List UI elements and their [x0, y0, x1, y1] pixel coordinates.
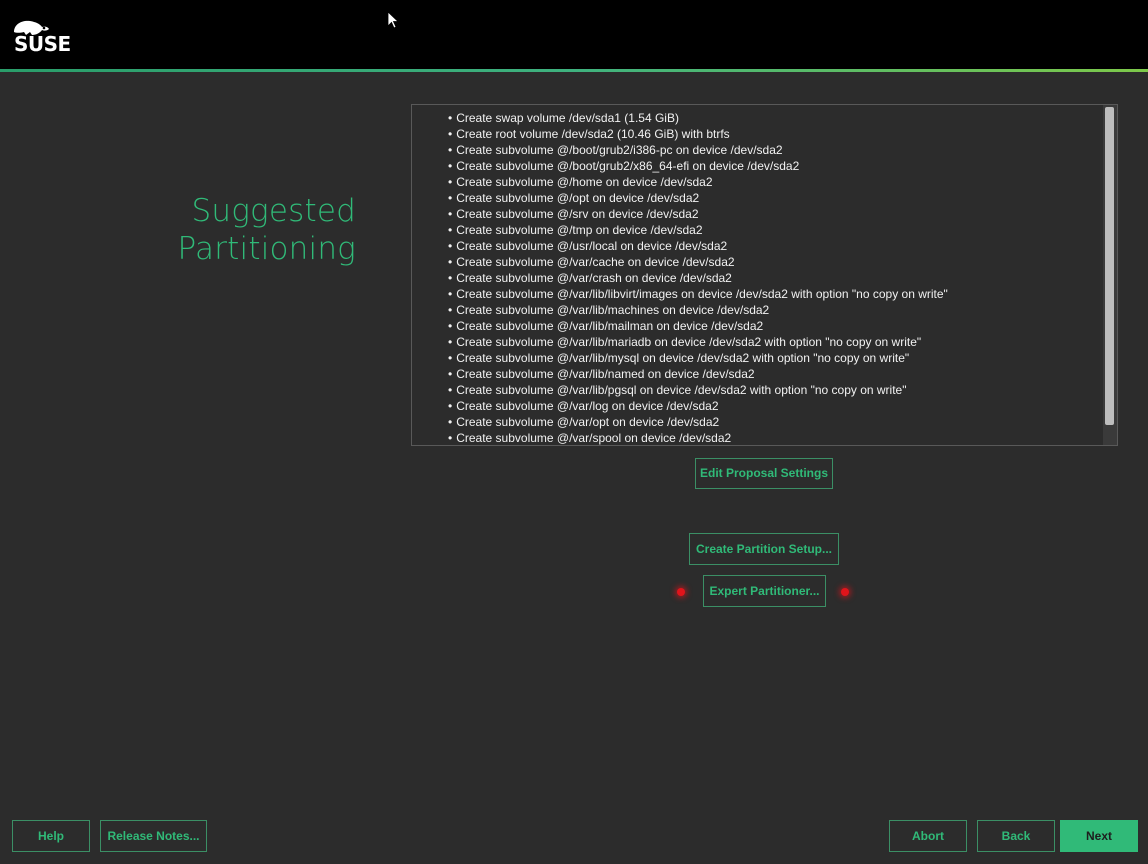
proposal-item: Create swap volume /dev/sda1 (1.54 GiB) — [448, 110, 948, 126]
edit-proposal-settings-button[interactable]: Edit Proposal Settings — [695, 458, 833, 489]
proposal-summary-box[interactable]: Create swap volume /dev/sda1 (1.54 GiB)C… — [411, 104, 1118, 446]
header-accent-line — [0, 69, 1148, 72]
proposal-item: Create subvolume @/var/lib/mailman on de… — [448, 318, 948, 334]
proposal-item: Create subvolume @/boot/grub2/x86_64-efi… — [448, 158, 948, 174]
abort-label: Abort — [912, 829, 944, 843]
create-partition-setup-label: Create Partition Setup... — [695, 542, 833, 556]
proposal-scrollbar[interactable] — [1103, 105, 1117, 445]
suse-logo: SUSE — [12, 18, 92, 58]
proposal-item: Create subvolume @/var/spool on device /… — [448, 430, 948, 445]
next-label: Next — [1085, 829, 1112, 843]
proposal-item: Create subvolume @/usr/local on device /… — [448, 238, 948, 254]
page-title: Suggested Partitioning — [150, 192, 356, 268]
alert-dot-left — [677, 588, 685, 596]
proposal-item: Create subvolume @/tmp on device /dev/sd… — [448, 222, 948, 238]
expert-partitioner-button[interactable]: Expert Partitioner... — [703, 575, 826, 607]
page-title-line2: Partitioning — [177, 231, 356, 267]
expert-partitioner-label: Expert Partitioner... — [709, 584, 820, 598]
next-button[interactable]: Next — [1060, 820, 1138, 852]
proposal-item: Create subvolume @/var/log on device /de… — [448, 398, 948, 414]
alert-dot-right — [841, 588, 849, 596]
proposal-item: Create subvolume @/var/lib/mysql on devi… — [448, 350, 948, 366]
proposal-item: Create root volume /dev/sda2 (10.46 GiB)… — [448, 126, 948, 142]
release-notes-button[interactable]: Release Notes... — [100, 820, 207, 852]
proposal-item: Create subvolume @/boot/grub2/i386-pc on… — [448, 142, 948, 158]
proposal-item: Create subvolume @/var/lib/machines on d… — [448, 302, 948, 318]
header-bar: SUSE — [0, 0, 1148, 70]
proposal-item: Create subvolume @/srv on device /dev/sd… — [448, 206, 948, 222]
proposal-item: Create subvolume @/var/opt on device /de… — [448, 414, 948, 430]
suse-logo-text: SUSE — [14, 32, 71, 56]
help-label: Help — [37, 829, 64, 843]
back-label: Back — [1001, 829, 1031, 843]
create-partition-setup-button[interactable]: Create Partition Setup... — [689, 533, 839, 565]
proposal-item: Create subvolume @/var/lib/pgsql on devi… — [448, 382, 948, 398]
edit-proposal-settings-label: Edit Proposal Settings — [699, 466, 828, 480]
proposal-item: Create subvolume @/home on device /dev/s… — [448, 174, 948, 190]
proposal-item: Create subvolume @/var/lib/libvirt/image… — [448, 286, 948, 302]
mouse-cursor-icon — [387, 11, 399, 29]
page-title-line1: Suggested — [191, 193, 356, 229]
help-button[interactable]: Help — [12, 820, 90, 852]
proposal-item: Create subvolume @/var/lib/named on devi… — [448, 366, 948, 382]
scrollbar-thumb[interactable] — [1105, 107, 1114, 425]
proposal-item: Create subvolume @/var/crash on device /… — [448, 270, 948, 286]
proposal-list: Create swap volume /dev/sda1 (1.54 GiB)C… — [448, 110, 948, 445]
proposal-item: Create subvolume @/var/cache on device /… — [448, 254, 948, 270]
release-notes-label: Release Notes... — [107, 829, 200, 843]
proposal-item: Create subvolume @/var/lib/mariadb on de… — [448, 334, 948, 350]
back-button[interactable]: Back — [977, 820, 1055, 852]
abort-button[interactable]: Abort — [889, 820, 967, 852]
proposal-item: Create subvolume @/opt on device /dev/sd… — [448, 190, 948, 206]
